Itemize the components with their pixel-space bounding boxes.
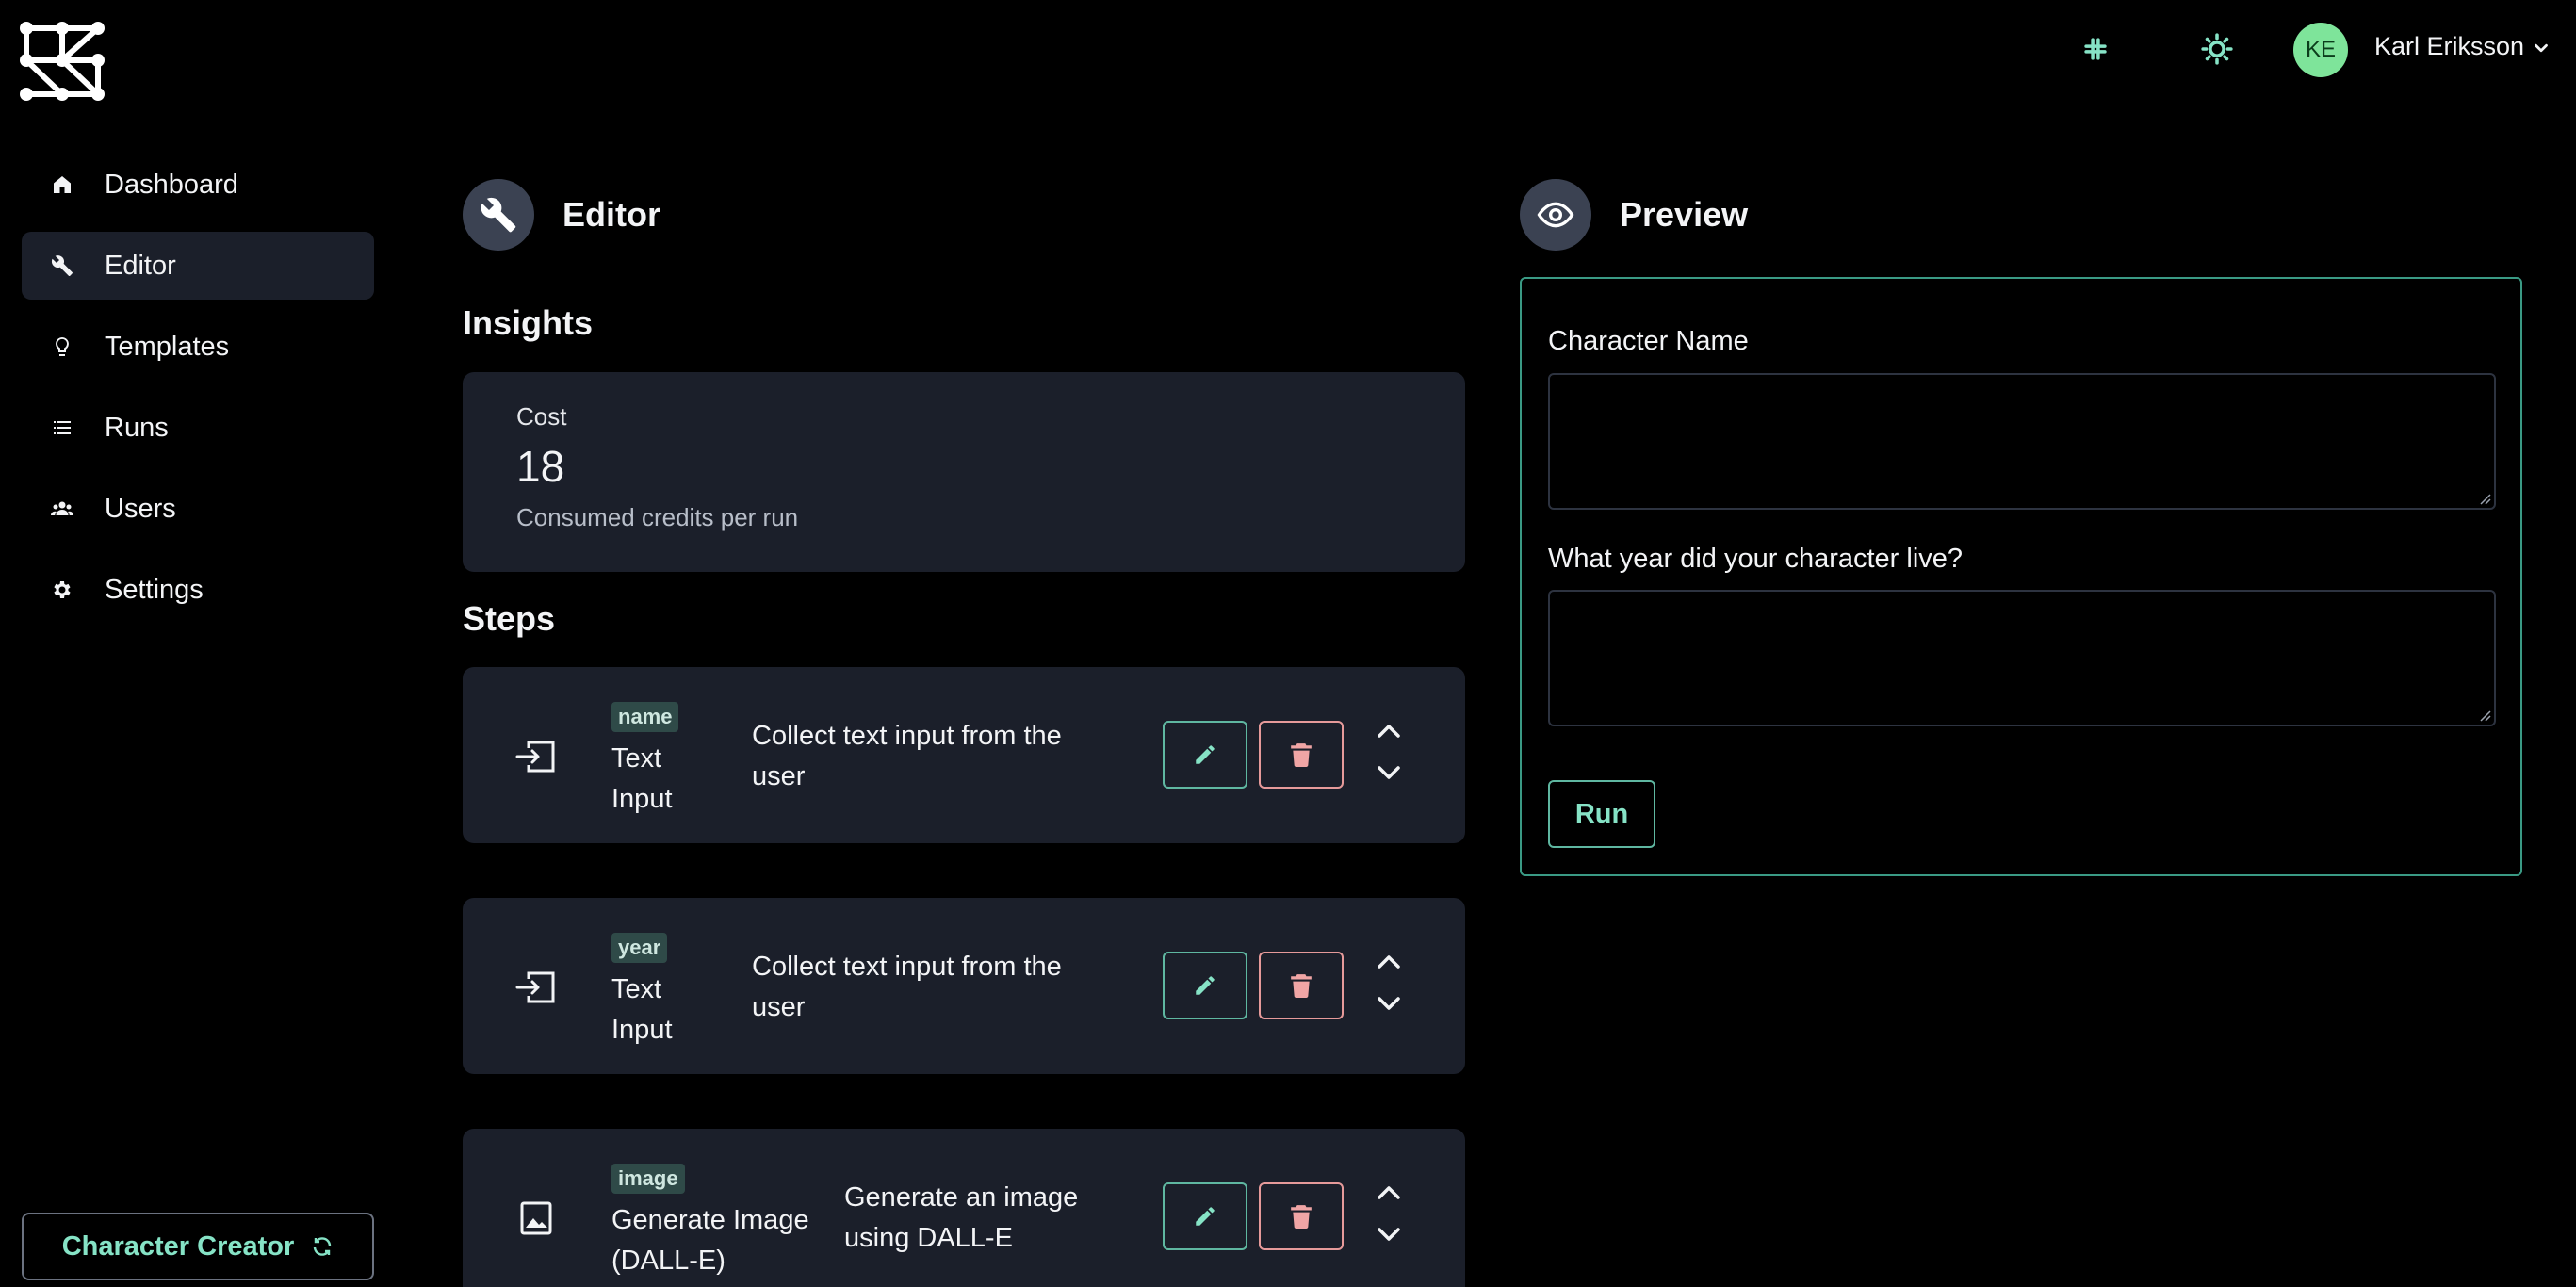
sidebar-item-label: Editor bbox=[105, 250, 176, 281]
text-input-icon bbox=[515, 739, 557, 774]
chevron-down-icon bbox=[1378, 766, 1400, 779]
chevron-up-icon bbox=[1378, 1186, 1400, 1199]
page-title: Editor bbox=[562, 195, 660, 234]
edit-step-button[interactable] bbox=[1163, 721, 1247, 789]
edit-step-button[interactable] bbox=[1163, 952, 1247, 1019]
delete-step-button[interactable] bbox=[1259, 952, 1344, 1019]
sidebar-item-users[interactable]: Users bbox=[22, 475, 374, 543]
character-year-field[interactable] bbox=[1548, 590, 2496, 726]
project-switch-button[interactable]: Character Creator bbox=[22, 1213, 374, 1280]
chevron-down-icon bbox=[1378, 997, 1400, 1010]
sidebar-item-settings[interactable]: Settings bbox=[22, 556, 374, 624]
sidebar-item-templates[interactable]: Templates bbox=[22, 313, 374, 381]
step-card: name Text Input Collect text input from … bbox=[463, 667, 1465, 843]
move-step-up-button[interactable] bbox=[1375, 952, 1403, 972]
preview-header: Preview bbox=[1520, 179, 1748, 251]
insight-description: Consumed credits per run bbox=[516, 503, 799, 531]
resize-handle-icon[interactable] bbox=[2478, 492, 2491, 505]
step-type: Text Input bbox=[611, 739, 673, 820]
theme-toggle-icon[interactable] bbox=[2199, 31, 2235, 67]
sidebar-item-runs[interactable]: Runs bbox=[22, 394, 374, 462]
trash-icon bbox=[1291, 1205, 1312, 1229]
chevron-up-icon bbox=[1378, 725, 1400, 738]
gear-icon bbox=[48, 576, 76, 604]
preview-title: Preview bbox=[1620, 195, 1749, 234]
lightbulb-icon bbox=[48, 333, 76, 361]
users-icon bbox=[48, 495, 76, 523]
step-type-line: Generate Image bbox=[611, 1205, 809, 1235]
sidebar-item-label: Runs bbox=[105, 412, 169, 443]
move-step-up-button[interactable] bbox=[1375, 721, 1403, 741]
trash-icon bbox=[1291, 743, 1312, 767]
text-input-icon bbox=[515, 969, 557, 1005]
step-description: Generate an image using DALL-E bbox=[844, 1178, 1078, 1259]
chevron-up-icon bbox=[1378, 955, 1400, 969]
insight-value: 18 bbox=[516, 442, 565, 491]
character-name-label: Character Name bbox=[1548, 326, 1749, 356]
step-type-line: Text bbox=[611, 974, 662, 1004]
trash-icon bbox=[1291, 974, 1312, 998]
step-description-line: Collect text input from the bbox=[752, 721, 1062, 751]
chevron-down-icon[interactable] bbox=[2531, 38, 2552, 58]
chevron-down-icon bbox=[1378, 1228, 1400, 1241]
step-description-line: user bbox=[752, 761, 806, 791]
step-type: Generate Image (DALL-E) bbox=[611, 1200, 809, 1281]
step-type-line: Input bbox=[611, 784, 673, 814]
sidebar-item-label: Dashboard bbox=[105, 169, 238, 200]
step-description: Collect text input from the user bbox=[752, 716, 1062, 797]
step-type-line: (DALL-E) bbox=[611, 1246, 726, 1276]
step-type: Text Input bbox=[611, 969, 673, 1051]
wrench-icon bbox=[463, 179, 534, 251]
avatar[interactable]: KE bbox=[2293, 23, 2348, 77]
pencil-icon bbox=[1196, 745, 1215, 764]
sidebar-nav: Dashboard Editor Templates Runs Users Se… bbox=[22, 151, 374, 637]
move-step-down-button[interactable] bbox=[1375, 993, 1403, 1014]
steps-heading: Steps bbox=[463, 599, 556, 638]
wrench-icon bbox=[48, 252, 76, 280]
eye-icon bbox=[1520, 179, 1591, 251]
delete-step-button[interactable] bbox=[1259, 1182, 1344, 1250]
run-button[interactable]: Run bbox=[1548, 780, 1655, 848]
step-tag: image bbox=[611, 1164, 685, 1194]
step-description-line: user bbox=[752, 992, 806, 1022]
step-description-line: Generate an image bbox=[844, 1182, 1079, 1213]
step-description: Collect text input from the user bbox=[752, 947, 1062, 1028]
sidebar-item-dashboard[interactable]: Dashboard bbox=[22, 151, 374, 219]
refresh-icon bbox=[314, 1237, 332, 1256]
project-name: Character Creator bbox=[61, 1230, 295, 1262]
character-name-field[interactable] bbox=[1548, 373, 2496, 510]
user-name[interactable]: Karl Eriksson bbox=[2374, 32, 2524, 61]
cost-insight-card: Cost 18 Consumed credits per run bbox=[463, 372, 1465, 572]
pencil-icon bbox=[1196, 976, 1215, 995]
sidebar-item-label: Users bbox=[105, 493, 176, 524]
pencil-icon bbox=[1196, 1207, 1215, 1226]
move-step-up-button[interactable] bbox=[1375, 1182, 1403, 1203]
character-year-label: What year did your character live? bbox=[1548, 544, 1964, 574]
step-type-line: Input bbox=[611, 1015, 673, 1045]
delete-step-button[interactable] bbox=[1259, 721, 1344, 789]
step-type-line: Text bbox=[611, 743, 662, 774]
app-logo[interactable] bbox=[19, 21, 106, 102]
step-tag: year bbox=[611, 933, 668, 963]
step-card: year Text Input Collect text input from … bbox=[463, 898, 1465, 1074]
edit-step-button[interactable] bbox=[1163, 1182, 1247, 1250]
image-icon bbox=[515, 1200, 557, 1236]
insights-heading: Insights bbox=[463, 303, 594, 342]
preview-form: Character Name What year did your charac… bbox=[1520, 277, 2522, 876]
list-icon bbox=[48, 414, 76, 442]
insight-label: Cost bbox=[516, 402, 567, 431]
sidebar-item-label: Settings bbox=[105, 574, 204, 605]
step-description-line: using DALL-E bbox=[844, 1223, 1013, 1253]
sidebar-item-editor[interactable]: Editor bbox=[22, 232, 374, 300]
home-icon bbox=[48, 171, 76, 199]
move-step-down-button[interactable] bbox=[1375, 1224, 1403, 1245]
editor-header: Editor bbox=[463, 179, 660, 251]
slack-icon[interactable] bbox=[2078, 31, 2113, 67]
move-step-down-button[interactable] bbox=[1375, 762, 1403, 783]
sidebar-item-label: Templates bbox=[105, 331, 230, 362]
step-tag: name bbox=[611, 702, 679, 732]
step-description-line: Collect text input from the bbox=[752, 952, 1062, 982]
resize-handle-icon[interactable] bbox=[2478, 709, 2491, 722]
step-card: image Generate Image (DALL-E) Generate a… bbox=[463, 1129, 1465, 1287]
